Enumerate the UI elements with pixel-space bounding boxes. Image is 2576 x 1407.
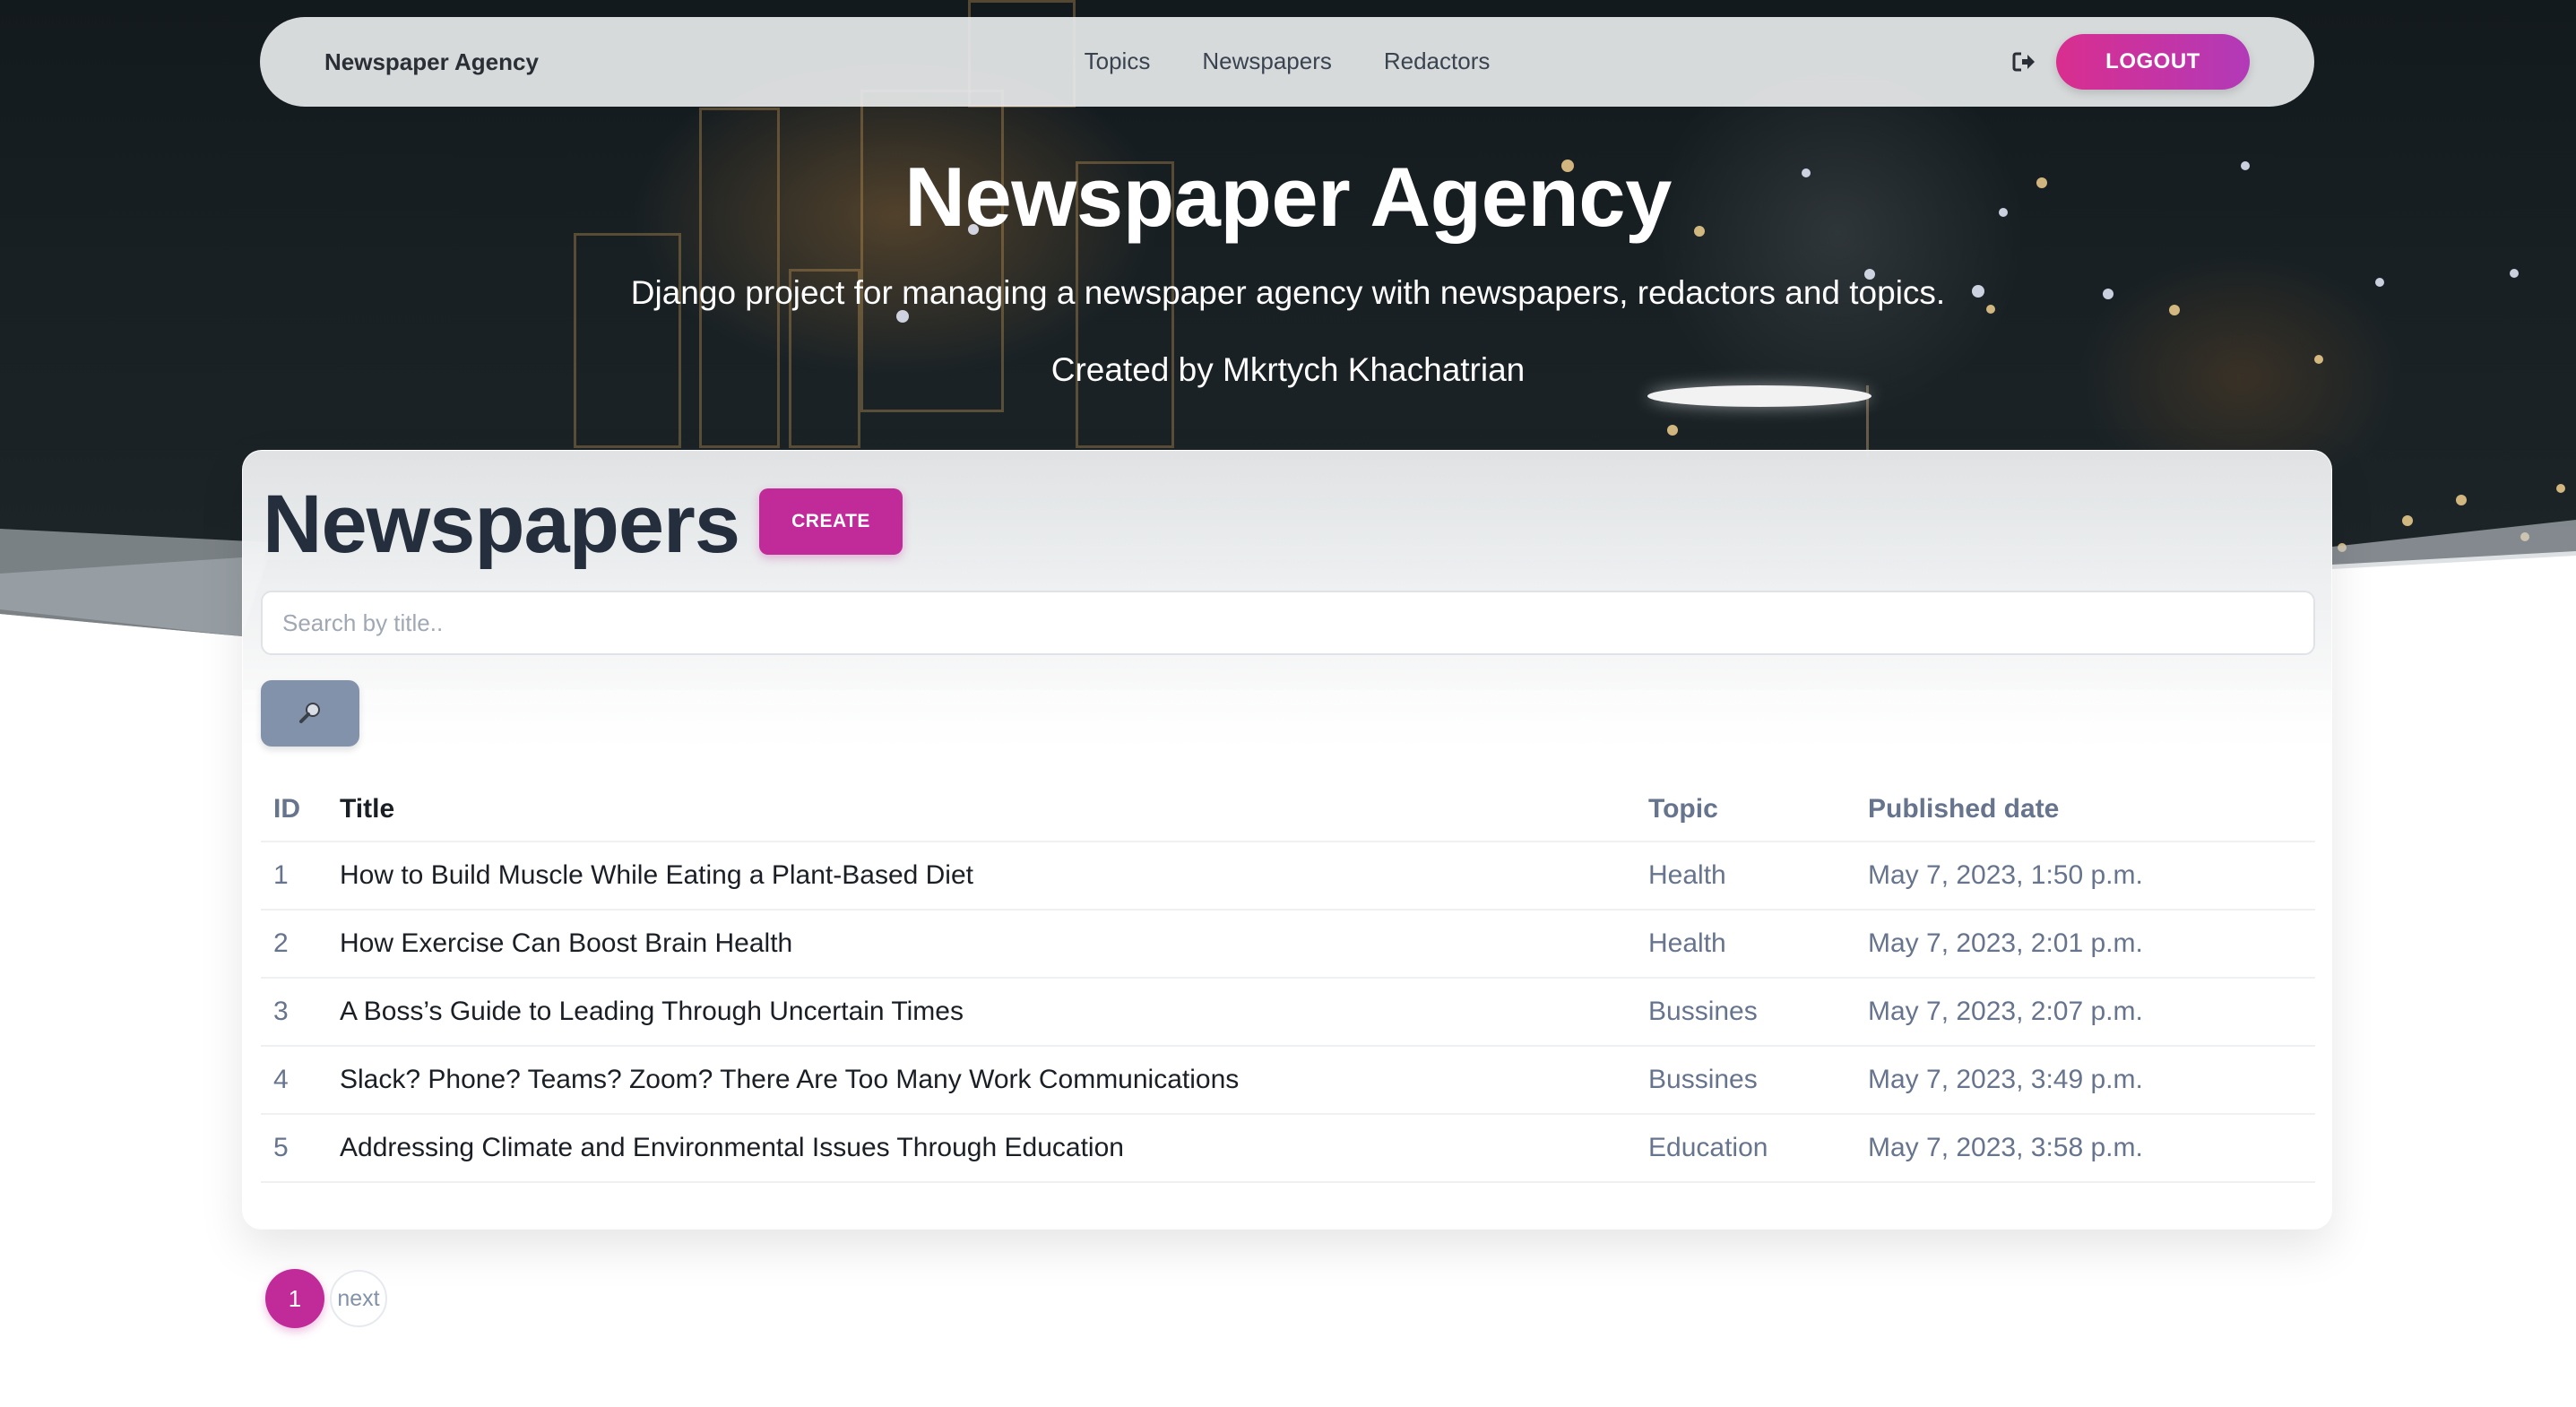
table-header-row: ID Title Topic Published date — [261, 773, 2315, 842]
page-title: Newspapers — [263, 479, 740, 570]
row-title-link[interactable]: A Boss’s Guide to Leading Through Uncert… — [340, 978, 1648, 1047]
row-topic: Health — [1648, 910, 1868, 979]
pagination: 1 next — [265, 1269, 387, 1328]
row-topic: Education — [1648, 1114, 1868, 1183]
nav-link-newspapers[interactable]: Newspapers — [1202, 47, 1332, 75]
hero-title: Newspaper Agency — [904, 150, 1672, 244]
row-date: May 7, 2023, 2:07 p.m. — [1868, 978, 2315, 1047]
column-header-published-date: Published date — [1868, 773, 2315, 842]
row-topic: Bussines — [1648, 978, 1868, 1047]
page-number-current[interactable]: 1 — [265, 1269, 324, 1328]
table-row[interactable]: 2 How Exercise Can Boost Brain Health He… — [261, 910, 2315, 979]
row-title-link[interactable]: Addressing Climate and Environmental Iss… — [340, 1114, 1648, 1183]
row-title-link[interactable]: How to Build Muscle While Eating a Plant… — [340, 842, 1648, 911]
column-header-title: Title — [340, 773, 1648, 842]
navbar-brand-link[interactable]: Newspaper Agency — [324, 48, 539, 76]
row-title-link[interactable]: Slack? Phone? Teams? Zoom? There Are Too… — [340, 1046, 1648, 1115]
top-navbar: Newspaper Agency Topics Newspapers Redac… — [260, 17, 2314, 107]
column-header-topic: Topic — [1648, 773, 1868, 842]
table-row[interactable]: 1 How to Build Muscle While Eating a Pla… — [261, 842, 2315, 911]
column-header-id: ID — [261, 773, 340, 842]
nav-link-topics[interactable]: Topics — [1085, 47, 1151, 75]
create-button[interactable]: CREATE — [759, 488, 903, 555]
row-id: 2 — [261, 910, 340, 979]
nav-link-redactors[interactable]: Redactors — [1384, 47, 1491, 75]
table-row[interactable]: 3 A Boss’s Guide to Leading Through Unce… — [261, 978, 2315, 1047]
row-topic: Health — [1648, 842, 1868, 911]
row-date: May 7, 2023, 3:58 p.m. — [1868, 1114, 2315, 1183]
row-topic: Bussines — [1648, 1046, 1868, 1115]
sign-out-icon — [2011, 49, 2036, 74]
row-date: May 7, 2023, 1:50 p.m. — [1868, 842, 2315, 911]
page-next-link[interactable]: next — [330, 1270, 387, 1327]
row-id: 1 — [261, 842, 340, 911]
search-input[interactable] — [261, 591, 2315, 655]
table-row[interactable]: 5 Addressing Climate and Environmental I… — [261, 1114, 2315, 1183]
card-header: Newspapers CREATE — [263, 478, 903, 572]
row-date: May 7, 2023, 3:49 p.m. — [1868, 1046, 2315, 1115]
table-row[interactable]: 4 Slack? Phone? Teams? Zoom? There Are T… — [261, 1046, 2315, 1115]
row-id: 4 — [261, 1046, 340, 1115]
search-button[interactable] — [261, 680, 359, 747]
hero-subtitle: Django project for managing a newspaper … — [630, 274, 1946, 311]
nav-links: Topics Newspapers Redactors — [1085, 47, 1491, 75]
nav-right: LOGOUT — [2011, 34, 2250, 90]
row-title-link[interactable]: How Exercise Can Boost Brain Health — [340, 910, 1648, 979]
row-id: 3 — [261, 978, 340, 1047]
row-date: May 7, 2023, 2:01 p.m. — [1868, 910, 2315, 979]
newspapers-card: Newspapers CREATE ID Title Topic Publish… — [242, 450, 2332, 1230]
logout-button[interactable]: LOGOUT — [2056, 34, 2250, 90]
magnifier-icon — [298, 701, 322, 727]
row-id: 5 — [261, 1114, 340, 1183]
newspapers-table: ID Title Topic Published date 1 How to B… — [261, 773, 2315, 1183]
hero-author: Created by Mkrtych Khachatrian — [1050, 351, 1526, 388]
